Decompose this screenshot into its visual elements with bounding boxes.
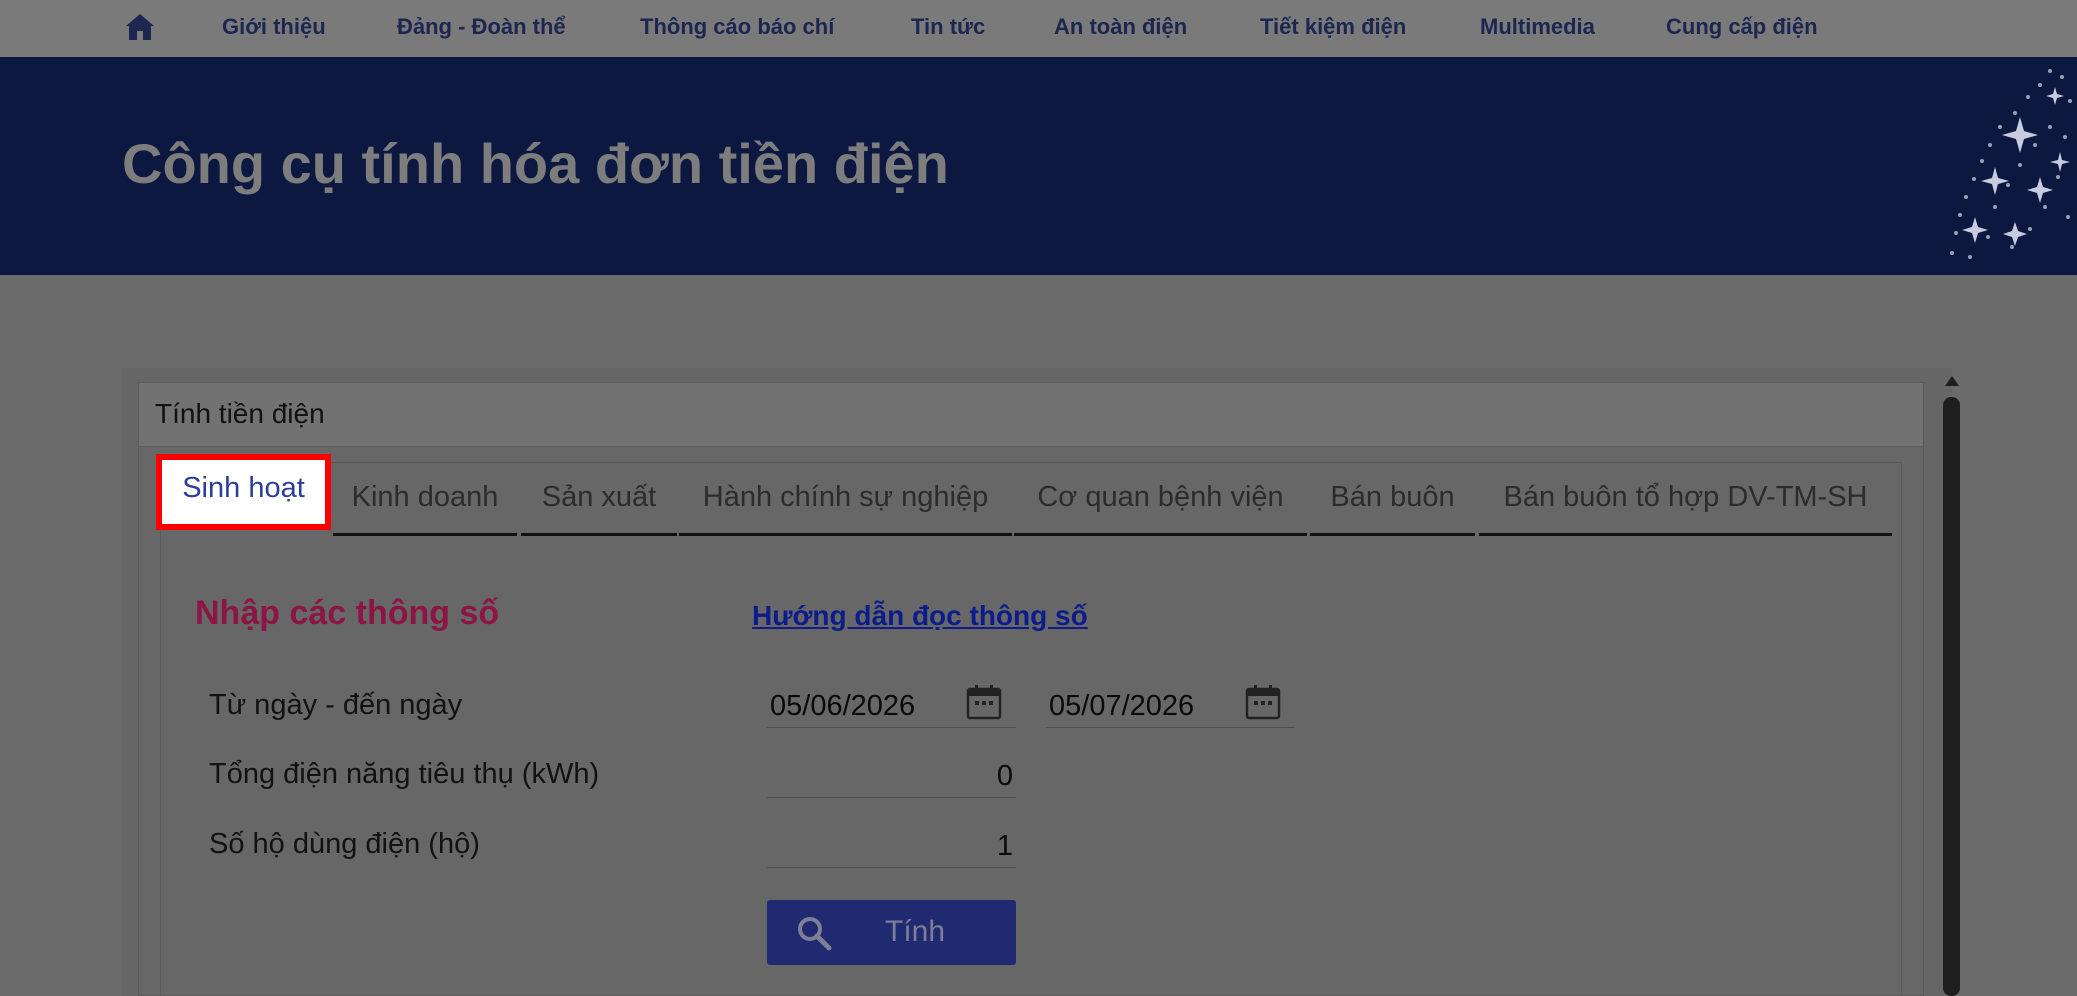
to-date-input[interactable]: 05/07/2026	[1046, 680, 1295, 728]
panel-title: Tính tiền điện	[155, 398, 325, 429]
guide-link[interactable]: Hướng dẫn đọc thông số	[752, 600, 1088, 632]
households-value: 1	[996, 830, 1013, 862]
panel-header: Tính tiền điện	[139, 383, 1923, 447]
households-label: Số hộ dùng điện (hộ)	[209, 828, 480, 860]
tab-co-quan-benh-vien[interactable]: Cơ quan bệnh viện	[1014, 464, 1307, 536]
energy-input[interactable]: 0	[767, 750, 1016, 798]
scrollbar-thumb[interactable]	[1943, 397, 1960, 996]
households-input[interactable]: 1	[767, 820, 1016, 868]
nav-item-tin-tuc[interactable]: Tin tức	[911, 14, 985, 40]
search-icon	[798, 917, 832, 951]
energy-label: Tổng điện năng tiêu thụ (kWh)	[209, 758, 600, 790]
page-title: Công cụ tính hóa đơn tiền điện	[122, 132, 949, 195]
nav-item-an-toan-dien[interactable]: An toàn điện	[1054, 14, 1187, 40]
nav-item-cung-cap-dien[interactable]: Cung cấp điện	[1666, 14, 1818, 40]
calendar-icon[interactable]	[966, 684, 1002, 720]
home-icon[interactable]	[124, 12, 156, 42]
to-date-value: 05/07/2026	[1049, 690, 1195, 722]
tab-content	[160, 462, 1902, 996]
calculate-button[interactable]: Tính	[767, 900, 1016, 965]
tab-sinh-hoat[interactable]: Sinh hoạt	[156, 454, 331, 530]
nav-item-dang-doan-the[interactable]: Đảng - Đoàn thể	[397, 14, 566, 40]
section-title: Nhập các thông số	[195, 594, 500, 632]
nav-item-thong-cao-bao-chi[interactable]: Thông cáo báo chí	[640, 14, 834, 40]
top-nav: Giới thiệu Đảng - Đoàn thể Thông cáo báo…	[0, 0, 2077, 57]
stars-decoration	[1950, 69, 2072, 259]
nav-item-gioi-thieu[interactable]: Giới thiệu	[222, 14, 326, 40]
date-range-label: Từ ngày - đến ngày	[209, 689, 463, 721]
from-date-input[interactable]: 05/06/2026	[767, 680, 1016, 728]
tab-ban-buon-to-hop[interactable]: Bán buôn tổ hợp DV-TM-SH	[1479, 464, 1892, 536]
scroll-up-arrow[interactable]	[1943, 374, 1961, 388]
from-date-value: 05/06/2026	[770, 690, 916, 722]
energy-value: 0	[996, 760, 1013, 792]
nav-item-multimedia[interactable]: Multimedia	[1480, 14, 1595, 40]
tab-ban-buon[interactable]: Bán buôn	[1310, 464, 1475, 536]
tab-hanh-chinh-su-nghiep[interactable]: Hành chính sự nghiệp	[679, 464, 1012, 536]
tab-san-xuat[interactable]: Sản xuất	[521, 464, 677, 536]
nav-item-tiet-kiem-dien[interactable]: Tiết kiệm điện	[1260, 14, 1406, 40]
calendar-icon[interactable]	[1245, 684, 1281, 720]
tab-kinh-doanh[interactable]: Kinh doanh	[333, 464, 517, 536]
page-banner: Công cụ tính hóa đơn tiền điện	[0, 57, 2077, 275]
calculate-button-label: Tính	[885, 915, 946, 948]
